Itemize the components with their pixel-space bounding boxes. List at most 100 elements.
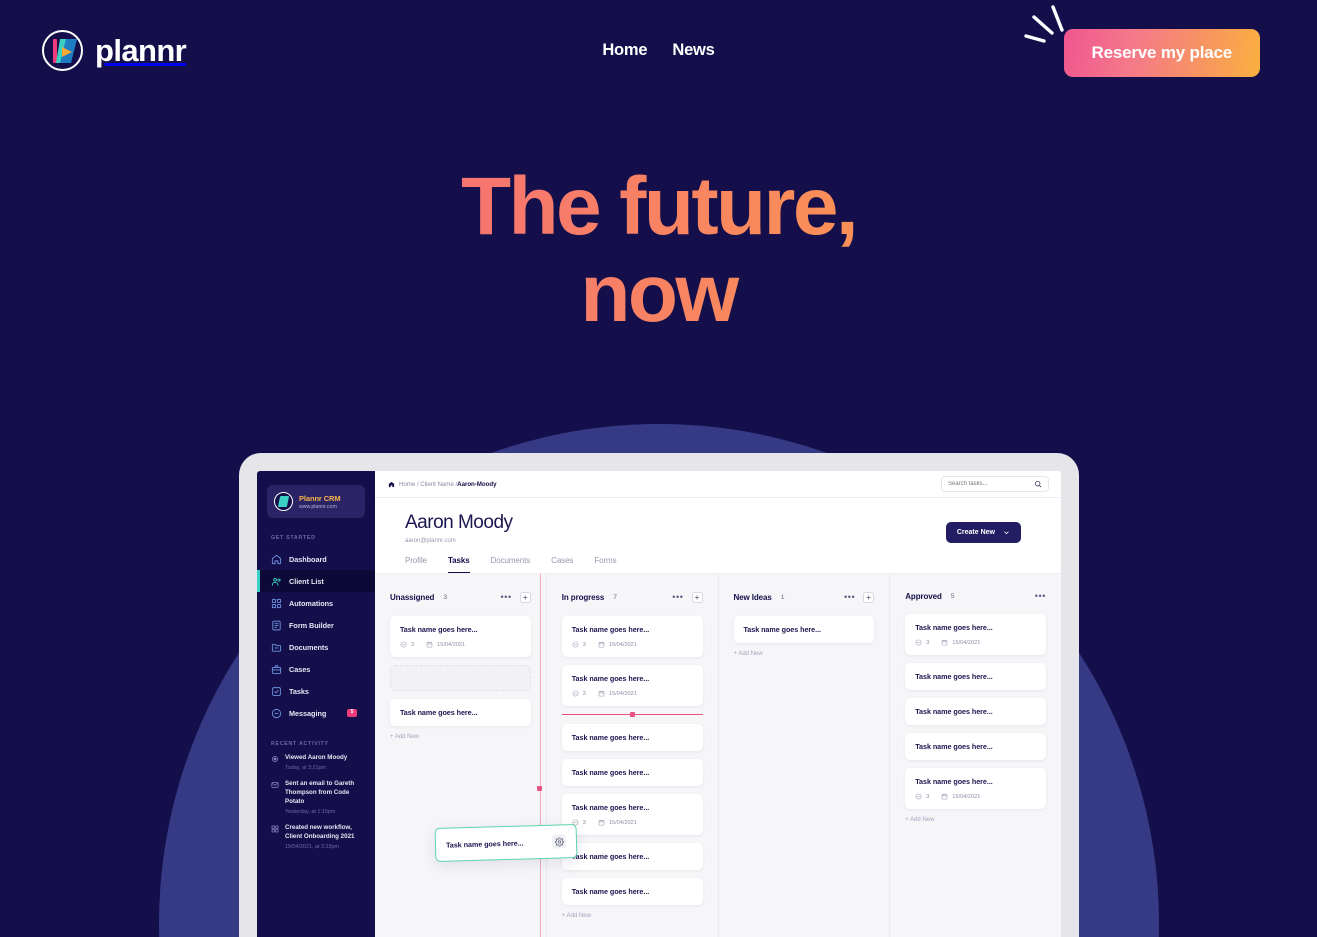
chevron-down-icon — [1004, 531, 1009, 535]
comment-count-value: 3 — [926, 639, 930, 646]
comment-count: 3 — [572, 641, 586, 648]
due-date-value: 15/04/2021 — [608, 690, 637, 697]
task-meta: 3 15/04/2021 — [400, 641, 521, 648]
comment-count-value: 3 — [582, 690, 586, 697]
task-card[interactable]: Task name goes here... — [905, 663, 1046, 690]
column-menu-icon[interactable]: ••• — [672, 593, 683, 602]
kanban-column-new-ideas: New Ideas 1 ••• + Task name goes here...… — [719, 574, 891, 937]
sidebar-item-form-builder[interactable]: Form Builder — [257, 614, 375, 636]
task-title: Task name goes here... — [915, 777, 993, 786]
tab-tasks[interactable]: Tasks — [447, 556, 470, 573]
comment-count: 3 — [400, 641, 414, 648]
home-icon — [388, 481, 395, 487]
add-new-link[interactable]: + Add New — [734, 651, 875, 657]
due-date-value: 15/04/2021 — [952, 793, 981, 800]
kanban-column-unassigned: Unassigned 3 ••• + Task name goes here..… — [375, 574, 578, 937]
sidebar-item-documents[interactable]: Documents — [257, 636, 375, 658]
sidebar-item-cases[interactable]: Cases — [257, 658, 375, 680]
breadcrumb[interactable]: Home / Client Name /Aaron-Moody — [388, 480, 497, 488]
calendar-icon — [426, 641, 433, 648]
nav-link-news[interactable]: News — [672, 41, 715, 60]
task-card[interactable]: Task name goes here... — [561, 843, 703, 870]
add-card-button[interactable]: + — [519, 592, 531, 603]
task-card[interactable]: Task name goes here... — [733, 616, 875, 643]
task-card[interactable]: Task name goes here... 3 15/04/2021 — [561, 665, 703, 706]
task-settings-button[interactable] — [551, 834, 567, 849]
sidebar-item-tasks[interactable]: Tasks — [257, 680, 375, 702]
due-date: 15/04/2021 — [598, 819, 637, 826]
tab-profile[interactable]: Profile — [405, 556, 427, 573]
app-screenshot: Plannr CRM www.plannr.com GET STARTED Da… — [257, 471, 1061, 937]
sidebar-item-dashboard[interactable]: Dashboard — [257, 548, 375, 570]
nav-link-home[interactable]: Home — [602, 41, 647, 60]
hero-headline-line-1: The future, — [0, 166, 1317, 248]
task-card[interactable]: Task name goes here... 3 15/04/2021 — [905, 768, 1046, 809]
create-new-button[interactable]: Create New — [945, 522, 1021, 543]
client-tabs: Profile Tasks Documents Cases Forms — [375, 556, 1061, 573]
calendar-icon — [598, 690, 605, 697]
message-icon — [271, 708, 282, 718]
column-menu-icon[interactable]: ••• — [500, 593, 511, 602]
task-card[interactable]: Task name goes here... — [561, 878, 703, 905]
comment-count-value: 3 — [582, 641, 586, 648]
recent-activity-list: Viewed Aaron Moody Today, at 3:21pm Sent… — [257, 754, 375, 859]
eye-icon — [271, 755, 279, 763]
add-new-link[interactable]: + Add New — [562, 913, 703, 919]
add-card-button[interactable]: + — [691, 592, 703, 603]
activity-item[interactable]: Created new workflow, Client Onboarding … — [257, 824, 375, 859]
due-date-value: 15/04/2021 — [608, 819, 637, 826]
task-title: Task name goes here... — [445, 838, 524, 850]
workspace-switcher[interactable]: Plannr CRM www.plannr.com — [267, 485, 365, 518]
tab-cases[interactable]: Cases — [551, 556, 573, 573]
sidebar-activity-label: RECENT ACTIVITY — [271, 741, 329, 747]
comment-icon — [400, 641, 407, 648]
column-menu-icon[interactable]: ••• — [844, 593, 855, 602]
tab-documents[interactable]: Documents — [491, 556, 531, 573]
comment-icon — [572, 690, 579, 697]
task-card[interactable]: Task name goes here... 3 15/04/2021 — [905, 614, 1046, 655]
due-date: 15/04/2021 — [941, 639, 980, 646]
task-card[interactable]: Task name goes here... — [561, 759, 703, 786]
drag-guide-line — [540, 574, 542, 937]
search-box[interactable] — [941, 476, 1049, 492]
task-title: Task name goes here... — [915, 707, 993, 716]
activity-item[interactable]: Viewed Aaron Moody Today, at 3:21pm — [257, 754, 375, 780]
task-card[interactable]: Task name goes here... 3 15/04/2021 — [561, 794, 703, 835]
add-new-link[interactable]: + Add New — [905, 817, 1046, 823]
app-sidebar: Plannr CRM www.plannr.com GET STARTED Da… — [257, 471, 375, 937]
column-count: 3 — [443, 594, 448, 601]
sidebar-item-messaging[interactable]: Messaging 5 — [257, 702, 375, 724]
sidebar-item-automations[interactable]: Automations — [257, 592, 375, 614]
task-card[interactable]: Task name goes here... — [390, 699, 531, 726]
dragging-task-card[interactable]: Task name goes here... — [434, 824, 578, 862]
column-title: Unassigned — [390, 593, 435, 602]
sidebar-item-client-list[interactable]: Client List — [257, 570, 375, 592]
search-icon[interactable] — [1034, 480, 1042, 488]
calendar-icon — [942, 793, 948, 800]
activity-time: Today, at 3:21pm — [285, 764, 326, 771]
column-menu-icon[interactable]: ••• — [1035, 592, 1046, 601]
activity-item[interactable]: Sent an email to Gareth Thompson from Co… — [257, 780, 375, 824]
task-card[interactable]: Task name goes here... — [905, 733, 1046, 760]
tab-forms[interactable]: Forms — [594, 556, 616, 573]
task-title: Task name goes here... — [915, 672, 993, 681]
task-card[interactable]: Task name goes here... 3 15/04/2021 — [390, 616, 531, 657]
sidebar-item-label: Messaging — [289, 708, 327, 718]
comment-count: 3 — [572, 690, 586, 697]
search-input[interactable] — [948, 481, 1034, 487]
breadcrumb-prefix: Home / Client Name / — [399, 480, 458, 488]
task-card[interactable]: Task name goes here... — [905, 698, 1046, 725]
create-new-label: Create New — [956, 529, 995, 536]
column-count: 7 — [613, 594, 617, 601]
task-card[interactable]: Task name goes here... 3 15/04/2021 — [561, 616, 703, 657]
task-title: Task name goes here... — [571, 674, 650, 683]
task-card[interactable]: Task name goes here... — [561, 724, 703, 751]
task-meta: 3 15/04/2021 — [572, 819, 693, 826]
reserve-my-place-button[interactable]: Reserve my place — [1063, 29, 1260, 77]
add-card-button[interactable]: + — [863, 592, 875, 603]
add-new-link[interactable]: + Add New — [390, 734, 531, 740]
column-title: In progress — [561, 593, 605, 602]
activity-title: Viewed Aaron Moody — [285, 754, 348, 761]
comment-icon — [915, 639, 922, 646]
folder-icon — [271, 643, 282, 652]
